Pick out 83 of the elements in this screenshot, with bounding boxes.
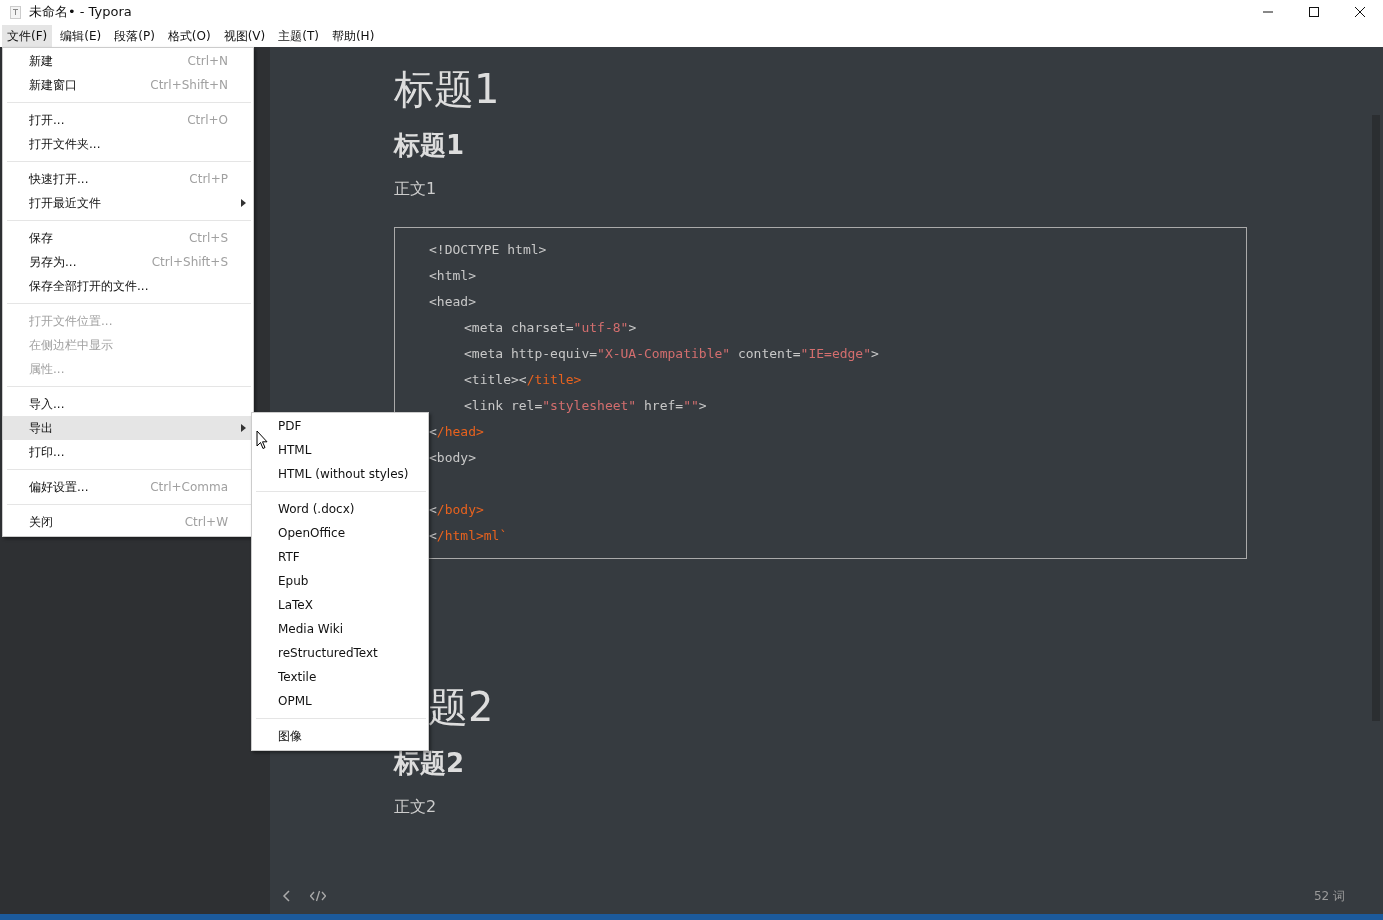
code-line: </body>	[429, 501, 485, 519]
code-line: <!DOCTYPE html>	[429, 241, 548, 259]
submenu-item[interactable]: 图像	[252, 724, 428, 748]
heading: 标题1	[394, 65, 501, 114]
heading: 题2	[428, 683, 495, 732]
menu-bar-item[interactable]: 段落(P)	[109, 24, 160, 47]
menu-bar-item[interactable]: 主题(T)	[273, 24, 324, 47]
menu-bar-item[interactable]: 格式(O)	[162, 24, 216, 47]
shortcut-label: Ctrl+Comma	[150, 480, 228, 494]
code-line: </html>ml`	[429, 527, 509, 545]
submenu-item[interactable]: Media Wiki	[252, 617, 428, 641]
shortcut-label: Ctrl+S	[188, 231, 228, 245]
submenu-item[interactable]: Word (.docx)	[252, 497, 428, 521]
submenu-item[interactable]: Epub	[252, 569, 428, 593]
mouse-cursor-icon	[256, 430, 269, 450]
menu-item-label: 快速打开...	[29, 170, 90, 188]
menu-item-label: 新建	[29, 52, 54, 70]
submenu-item[interactable]: LaTeX	[252, 593, 428, 617]
menu-item-label: 偏好设置...	[29, 478, 90, 496]
menu-item-label: 打开文件夹...	[29, 135, 102, 153]
submenu-item[interactable]: Textile	[252, 665, 428, 689]
code-line: <body>	[429, 449, 477, 467]
menu-item-label: 打开...	[29, 111, 66, 129]
paragraph: 正文2	[394, 796, 438, 818]
shortcut-label: Ctrl+N	[187, 54, 228, 68]
menu-item[interactable]: 导入...	[3, 392, 253, 416]
menu-item[interactable]: 打开文件夹...	[3, 132, 253, 156]
submenu-item[interactable]: reStructuredText	[252, 641, 428, 665]
menu-item-label: 在侧边栏中显示	[29, 336, 114, 354]
close-icon	[1355, 7, 1365, 17]
menu-item-label: 导出	[29, 419, 54, 437]
submenu-item[interactable]: HTML	[252, 438, 428, 462]
app-icon	[10, 5, 21, 19]
menu-item[interactable]: 新建 Ctrl+N	[3, 49, 253, 73]
paragraph: 正文1	[394, 178, 438, 200]
menu-item[interactable]: 保存 Ctrl+S	[3, 226, 253, 250]
menu-item[interactable]: 新建窗口 Ctrl+Shift+N	[3, 73, 253, 97]
subheading: 标题1	[394, 129, 466, 162]
menu-item-label: 打开最近文件	[29, 194, 102, 212]
source-code-icon[interactable]	[308, 888, 328, 904]
window-title: 未命名• - Typora	[29, 3, 133, 21]
shortcut-label: Ctrl+Shift+N	[150, 78, 228, 92]
shortcut-label: Ctrl+W	[184, 515, 228, 529]
menu-item[interactable]: 另存为... Ctrl+Shift+S	[3, 250, 253, 274]
menu-item-label: 导入...	[29, 395, 66, 413]
menu-item[interactable]: 导出	[3, 416, 253, 440]
menu-item-label: 打开文件位置...	[29, 312, 114, 330]
code-line: <meta http-equiv="X-UA-Compatible" content="IE=edge">	[463, 345, 880, 363]
shortcut-label: Ctrl+O	[187, 113, 228, 127]
code-line: <html>	[429, 267, 477, 285]
submenu-item[interactable]: PDF	[252, 414, 428, 438]
submenu-item[interactable]: RTF	[252, 545, 428, 569]
submenu-item[interactable]: OPML	[252, 689, 428, 713]
menu-item-label: 保存全部打开的文件...	[29, 277, 150, 295]
menu-bar-item[interactable]: 文件(F)	[2, 24, 53, 47]
word-count: 52 词	[1313, 887, 1345, 905]
code-line: <title></title>	[463, 371, 583, 389]
menu-bar-item[interactable]: 帮助(H)	[326, 24, 380, 47]
menu-item-label: 关闭	[29, 513, 54, 531]
menu-bar-item[interactable]: 视图(V)	[218, 24, 271, 47]
menu-item[interactable]: 关闭 Ctrl+W	[3, 510, 253, 534]
submenu-item[interactable]: HTML (without styles)	[252, 462, 428, 486]
menu-bar-item[interactable]: 编辑(E)	[55, 24, 107, 47]
code-line: <meta charset="utf-8">	[463, 319, 638, 337]
menu-item[interactable]: 打开... Ctrl+O	[3, 108, 253, 132]
menu-item[interactable]: 偏好设置... Ctrl+Comma	[3, 475, 253, 499]
menu-item-label: 保存	[29, 229, 54, 247]
shortcut-label: Ctrl+P	[189, 172, 228, 186]
submenu-item[interactable]: OpenOffice	[252, 521, 428, 545]
menu-item-label: 属性...	[29, 360, 66, 378]
code-line: <link rel="stylesheet" href="">	[463, 397, 708, 415]
menu-item-label: 另存为...	[29, 253, 78, 271]
subheading: 标题2	[394, 747, 466, 780]
menu-item-label: 打印...	[29, 443, 66, 461]
shortcut-label: Ctrl+Shift+S	[151, 255, 228, 269]
code-line: <head>	[429, 293, 477, 311]
maximize-icon	[1309, 7, 1319, 17]
menu-item[interactable]: 打印...	[3, 440, 253, 464]
menu-item[interactable]: 保存全部打开的文件...	[3, 274, 253, 298]
menu-item[interactable]: 快速打开... Ctrl+P	[3, 167, 253, 191]
menu-item-label: 新建窗口	[29, 76, 78, 94]
menu-item[interactable]: 打开最近文件	[3, 191, 253, 215]
code-line: </head>	[429, 423, 485, 441]
